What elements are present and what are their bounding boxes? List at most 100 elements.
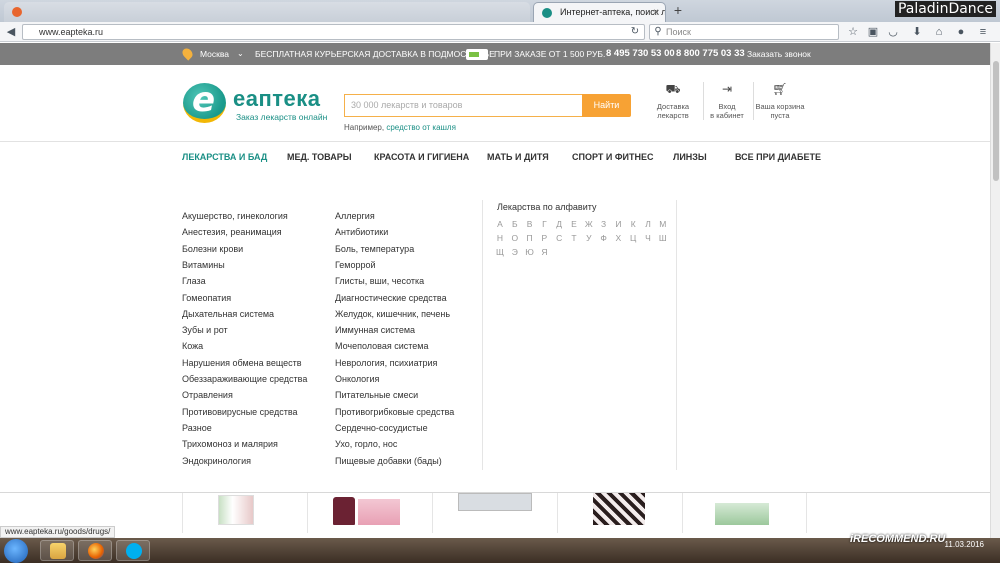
alphabet-letter[interactable]: Б — [509, 219, 521, 229]
bookmark-star-icon[interactable]: ☆ — [846, 25, 860, 39]
home-icon[interactable]: ⌂ — [932, 25, 946, 39]
menu-item-mother-child[interactable]: МАТЬ И ДИТЯ — [487, 152, 549, 162]
phone-moscow[interactable]: 8 495 730 53 00 — [606, 43, 675, 65]
category-link[interactable]: Нарушения обмена веществ — [182, 358, 302, 368]
category-link[interactable]: Иммунная система — [335, 325, 415, 335]
alphabet-letter[interactable]: Г — [538, 219, 550, 229]
category-link[interactable]: Питательные смеси — [335, 390, 418, 400]
category-link[interactable]: Трихомоноз и малярия — [182, 439, 278, 449]
alphabet-letter[interactable]: М — [657, 219, 669, 229]
phone-free[interactable]: 8 800 775 03 33 — [676, 43, 745, 65]
category-link[interactable]: Обеззараживающие средства — [182, 374, 307, 384]
url-bar[interactable]: www.eapteka.ru — [22, 24, 645, 40]
category-link[interactable]: Мочеполовая система — [335, 341, 428, 351]
alphabet-letter[interactable]: Ш — [657, 233, 669, 243]
alphabet-letter[interactable]: Ж — [583, 219, 595, 229]
menu-item-medical[interactable]: МЕД. ТОВАРЫ — [287, 152, 352, 162]
download-icon[interactable]: ⬇ — [910, 25, 924, 39]
category-link[interactable]: Глисты, вши, чесотка — [335, 276, 424, 286]
menu-item-diabetes[interactable]: ВСЕ ПРИ ДИАБЕТЕ — [735, 152, 821, 162]
alphabet-letter[interactable]: О — [509, 233, 521, 243]
category-link[interactable]: Разное — [182, 423, 212, 433]
category-link[interactable]: Дыхательная система — [182, 309, 274, 319]
taskbar-skype[interactable] — [116, 540, 150, 561]
alphabet-letter[interactable]: П — [524, 233, 536, 243]
taskbar-explorer[interactable] — [40, 540, 74, 561]
category-link[interactable]: Акушерство, гинекология — [182, 211, 288, 221]
alphabet-letter[interactable]: Ю — [524, 247, 536, 257]
alphabet-letter[interactable]: З — [598, 219, 610, 229]
alphabet-letter[interactable]: К — [627, 219, 639, 229]
category-link[interactable]: Противогрибковые средства — [335, 407, 454, 417]
alphabet-letter[interactable]: У — [583, 233, 595, 243]
alphabet-letter[interactable]: С — [553, 233, 565, 243]
alphabet-letter[interactable]: Р — [538, 233, 550, 243]
category-link[interactable]: Диагностические средства — [335, 293, 447, 303]
alphabet-letter[interactable]: В — [524, 219, 536, 229]
category-link[interactable]: Гомеопатия — [182, 293, 231, 303]
menu-item-lenses[interactable]: ЛИНЗЫ — [673, 152, 707, 162]
category-link[interactable]: Пищевые добавки (бады) — [335, 456, 442, 466]
new-tab-button[interactable]: + — [669, 2, 687, 20]
product-card[interactable] — [182, 493, 307, 533]
login-link[interactable]: ⇥ Вход в кабинет — [697, 82, 757, 120]
scrollbar-thumb[interactable] — [993, 61, 999, 181]
category-link[interactable]: Кожа — [182, 341, 203, 351]
category-link[interactable]: Аллергия — [335, 211, 375, 221]
example-link[interactable]: средство от кашля — [386, 123, 456, 132]
pocket-icon[interactable]: ◡ — [886, 25, 900, 39]
alphabet-letter[interactable]: И — [612, 219, 624, 229]
category-link[interactable]: Желудок, кишечник, печень — [335, 309, 450, 319]
product-card[interactable] — [557, 493, 682, 533]
clipboard-icon[interactable]: ▣ — [866, 25, 880, 39]
alphabet-letter[interactable]: Е — [568, 219, 580, 229]
delivery-link[interactable]: ⛟ Доставка лекарств — [643, 82, 703, 120]
alphabet-letter[interactable]: Ц — [627, 233, 639, 243]
product-card[interactable] — [682, 493, 807, 533]
taskbar-clock[interactable]: 11.03.2016 — [945, 540, 984, 550]
alphabet-letter[interactable]: Щ — [494, 247, 506, 257]
category-link[interactable]: Витамины — [182, 260, 225, 270]
alphabet-letter[interactable]: Л — [642, 219, 654, 229]
category-link[interactable]: Болезни крови — [182, 244, 243, 254]
category-link[interactable]: Противовирусные средства — [182, 407, 298, 417]
back-icon[interactable]: ◀ — [4, 25, 18, 39]
cart-link[interactable]: 🛒︎ Ваша корзина пуста — [750, 82, 810, 120]
alphabet-letter[interactable]: Н — [494, 233, 506, 243]
chat-icon[interactable]: ● — [954, 25, 968, 39]
category-link[interactable]: Глаза — [182, 276, 206, 286]
menu-item-beauty[interactable]: КРАСОТА И ГИГИЕНА — [374, 152, 469, 162]
alphabet-letter[interactable]: Э — [509, 247, 521, 257]
alphabet-letter[interactable]: Ф — [598, 233, 610, 243]
alphabet-letter[interactable]: Я — [538, 247, 550, 257]
category-link[interactable]: Сердечно-сосудистые — [335, 423, 428, 433]
product-card[interactable] — [432, 493, 557, 533]
page-scrollbar[interactable] — [990, 43, 1000, 538]
category-link[interactable]: Боль, температура — [335, 244, 414, 254]
category-link[interactable]: Анестезия, реанимация — [182, 227, 282, 237]
taskbar-firefox[interactable] — [78, 540, 112, 561]
browser-tab-active[interactable]: Интернет-аптека, поиск л... × — [533, 2, 666, 22]
alphabet-letter[interactable]: Т — [568, 233, 580, 243]
browser-tab[interactable] — [4, 2, 530, 22]
menu-item-sport[interactable]: СПОРТ И ФИТНЕС — [572, 152, 653, 162]
alphabet-letter[interactable]: А — [494, 219, 506, 229]
category-link[interactable]: Отравления — [182, 390, 233, 400]
category-link[interactable]: Эндокринология — [182, 456, 251, 466]
reload-icon[interactable]: ↻ — [628, 25, 642, 39]
menu-icon[interactable]: ≡ — [976, 25, 990, 39]
windows-start-icon[interactable] — [4, 539, 28, 563]
close-tab-icon[interactable]: × — [653, 3, 659, 22]
browser-search-input[interactable]: Поиск — [649, 24, 839, 40]
category-link[interactable]: Геморрой — [335, 260, 376, 270]
category-link[interactable]: Онкология — [335, 374, 379, 384]
alphabet-letter[interactable]: Ч — [642, 233, 654, 243]
category-link[interactable]: Зубы и рот — [182, 325, 228, 335]
category-link[interactable]: Антибиотики — [335, 227, 388, 237]
city-selector[interactable]: Москва — [200, 43, 229, 65]
product-card[interactable] — [307, 493, 432, 533]
site-search-input[interactable]: 30 000 лекарств и товаров — [344, 94, 582, 117]
callback-link[interactable]: Заказать звонок — [747, 43, 811, 65]
category-link[interactable]: Неврология, психиатрия — [335, 358, 437, 368]
chevron-down-icon[interactable]: ⌄ — [237, 43, 244, 65]
